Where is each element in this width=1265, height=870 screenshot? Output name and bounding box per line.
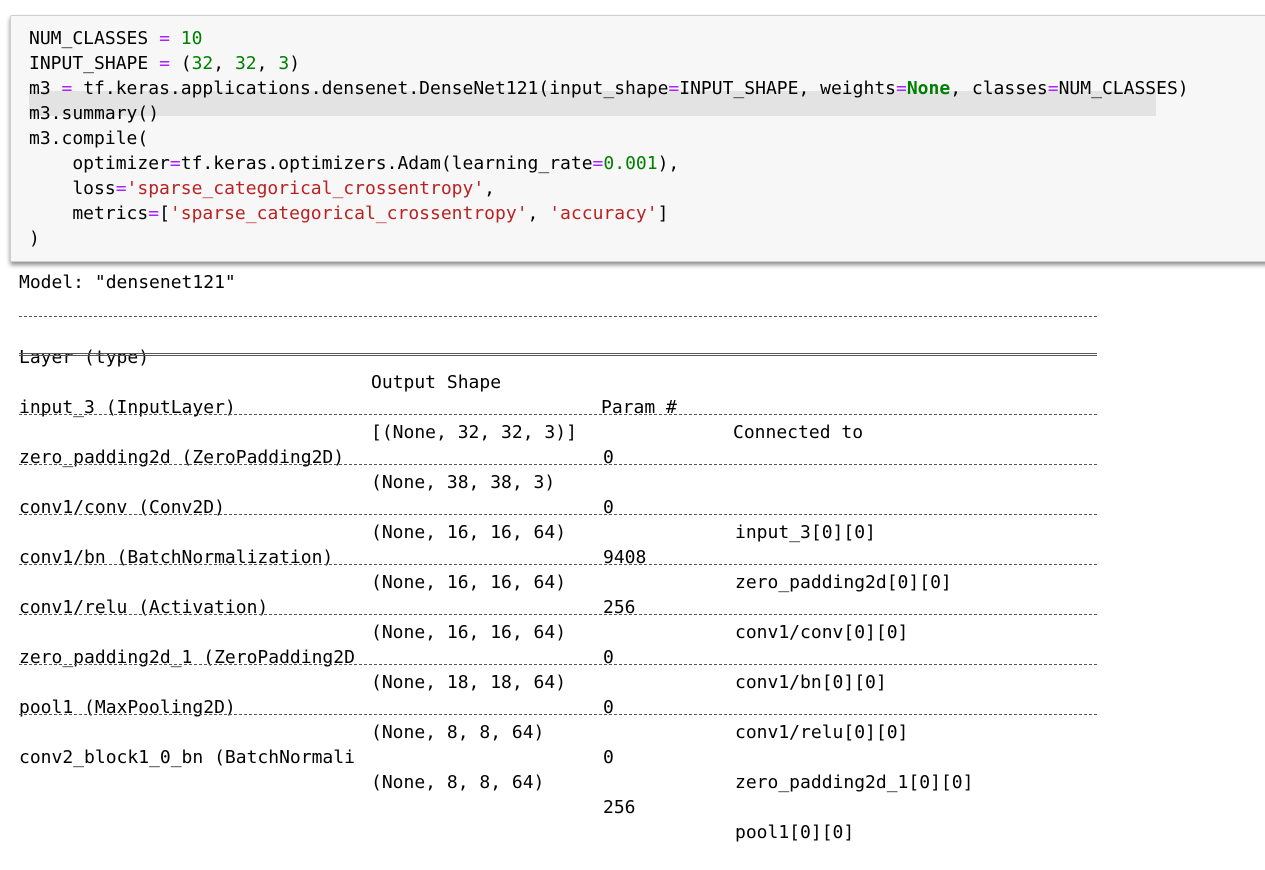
cell-output-shape: [(None, 32, 32, 3)] [371,422,577,443]
cell-layer: conv1/bn (BatchNormalization) [19,547,334,568]
table-row: conv1/bn (BatchNormalization) (None, 16,… [19,520,908,643]
code-line-3[interactable]: m3 = tf.keras.applications.densenet.Dens… [29,76,1189,101]
code-token: ( [180,53,192,74]
code-token: tf.keras.optimizers.Adam(learning_rate [180,153,593,174]
cell-output-shape: (None, 8, 8, 64) [371,772,545,793]
code-cell[interactable]: NUM_CLASSES = 10 INPUT_SHAPE = (32, 32, … [10,15,1265,262]
table-row: zero_padding2d_1 (ZeroPadding2D (None, 1… [19,620,908,743]
code-token: m3.summary() [29,103,160,124]
model-name-line: Model: "densenet121" [19,272,236,293]
table-rule [19,564,1097,565]
cell-connected: conv1/relu[0][0] [735,722,909,743]
code-token: m3 [29,78,51,99]
code-token: INPUT_SHAPE [29,53,149,74]
table-row: conv1/relu (Activation) (None, 16, 16, 6… [19,570,887,693]
code-line-1[interactable]: NUM_CLASSES = 10 [29,26,202,51]
code-token: tf.keras.applications.densenet.DenseNet1… [72,78,669,99]
cell-connected: zero_padding2d[0][0] [735,572,952,593]
code-token: INPUT_SHAPE, weights [679,78,896,99]
code-token: NUM_CLASSES [29,28,149,49]
code-token: ) [29,228,40,249]
cell-param: 0 [603,697,614,718]
table-rule [19,414,1097,415]
code-token: 'sparse_categorical_crossentropy' [169,203,528,224]
cell-param: 256 [603,797,636,818]
cell-connected: conv1/bn[0][0] [735,672,887,693]
header-connected: Connected to [733,422,864,443]
code-token: , [527,203,550,224]
cell-param: 0 [603,447,614,468]
code-token: [ [159,203,170,224]
table-row: conv2_block1_0_bn (BatchNormali (None, 8… [19,720,854,843]
cell-layer: input_3 (InputLayer) [19,397,236,418]
header-layer: Layer (type) [19,347,150,368]
code-token: 'accuracy' [549,203,658,224]
cell-param: 9408 [603,547,647,568]
cell-output-shape: (None, 16, 16, 64) [371,572,567,593]
code-token: m3.compile( [29,128,149,149]
cell-param: 0 [603,747,614,768]
code-token: 32 [191,53,214,74]
table-rule [19,464,1097,465]
cell-param: 0 [603,497,614,518]
table-row: pool1 (MaxPooling2D) (None, 8, 8, 64) 0 … [19,670,973,793]
table-row: zero_padding2d (ZeroPadding2D) (None, 38… [19,420,876,543]
code-token: 0.001 [603,153,658,174]
code-line-2[interactable]: INPUT_SHAPE = (32, 32, 3) [29,51,300,76]
cell-param: 0 [603,647,614,668]
cell-layer: conv1/relu (Activation) [19,597,269,618]
header-param: Param # [601,397,677,418]
code-token: ), [657,153,680,174]
cell-layer: zero_padding2d (ZeroPadding2D) [19,447,345,468]
cell-connected: input_3[0][0] [735,522,876,543]
code-token: ) [289,53,301,74]
cell-layer: conv2_block1_0_bn (BatchNormali [19,747,355,768]
table-rule [19,664,1097,665]
table-rule [19,714,1097,715]
code-line-9[interactable]: ) [29,226,40,251]
code-line-7[interactable]: loss='sparse_categorical_crossentropy', [29,176,495,201]
code-token: NUM_CLASSES) [1058,78,1189,99]
table-rule [19,514,1097,515]
cell-layer: pool1 (MaxPooling2D) [19,697,236,718]
code-token: optimizer [29,153,170,174]
code-line-5[interactable]: m3.compile( [29,126,148,151]
cell-output-shape: (None, 18, 18, 64) [371,672,567,693]
code-line-8[interactable]: metrics=['sparse_categorical_crossentrop… [29,201,668,226]
code-token: , [484,178,496,199]
table-rule-double [19,353,1097,356]
code-token: loss [29,178,116,199]
table-rule [19,614,1097,615]
code-token: 10 [180,28,203,49]
cell-output-shape: (None, 38, 38, 3) [371,472,556,493]
code-token: , classes [950,78,1048,99]
code-line-6[interactable]: optimizer=tf.keras.optimizers.Adam(learn… [29,151,679,176]
code-line-4[interactable]: m3.summary() [29,101,159,126]
table-row: input_3 (InputLayer) [(None, 32, 32, 3)]… [19,370,614,468]
header-output-shape: Output Shape [371,372,502,393]
cell-connected: pool1[0][0] [735,822,855,843]
cell-connected: conv1/conv[0][0] [735,622,909,643]
cell-param: 256 [603,597,636,618]
table-rule [19,316,1097,317]
code-token: metrics [29,203,149,224]
table-header: Layer (type) Output Shape Param # Connec… [19,320,863,443]
cell-connected: zero_padding2d_1[0][0] [735,772,974,793]
cell-output-shape: (None, 8, 8, 64) [371,722,545,743]
code-token: None [906,78,951,99]
code-token: ] [657,203,669,224]
cell-layer: conv1/conv (Conv2D) [19,497,225,518]
cell-output-shape: (None, 16, 16, 64) [371,522,567,543]
table-row: conv1/conv (Conv2D) (None, 16, 16, 64) 9… [19,470,952,593]
cell-output-shape: (None, 16, 16, 64) [371,622,567,643]
code-token: 'sparse_categorical_crossentropy' [126,178,485,199]
cell-layer: zero_padding2d_1 (ZeroPadding2D [19,647,355,668]
code-token: 32 [234,53,257,74]
code-token: 3 [278,53,290,74]
